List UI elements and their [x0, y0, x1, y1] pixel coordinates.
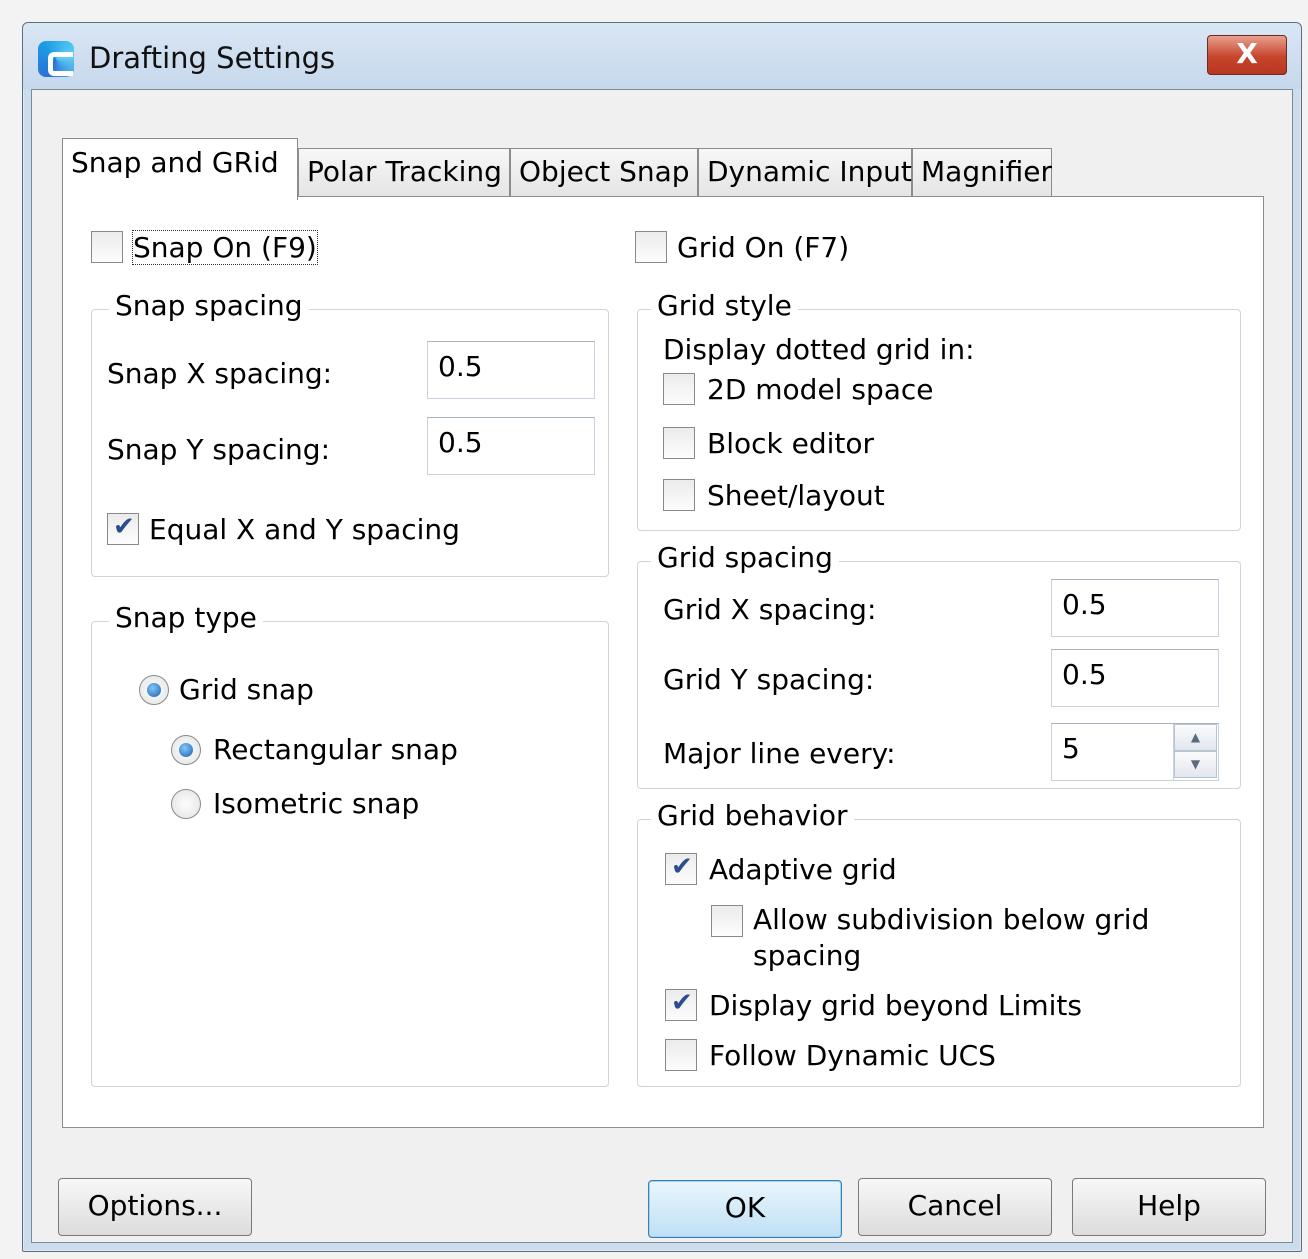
model-space-label[interactable]: 2D model space	[707, 373, 934, 406]
equal-spacing-checkbox[interactable]	[107, 512, 139, 545]
window-title: Drafting Settings	[89, 41, 336, 75]
tab-panel-snap-and-grid: Snap On (F9) Snap spacing Snap X spacing…	[62, 196, 1264, 1128]
sheet-layout-label[interactable]: Sheet/layout	[707, 479, 885, 512]
block-editor-label[interactable]: Block editor	[707, 427, 874, 460]
dialog-body: Snap and GRid Polar Tracking Object Snap…	[31, 89, 1293, 1243]
tab-dynamic-input[interactable]: Dynamic Input	[698, 148, 912, 200]
options-button[interactable]: Options...	[58, 1178, 252, 1236]
app-logo-icon	[38, 41, 74, 77]
spin-up-icon[interactable]: ▲	[1174, 724, 1217, 751]
snap-on-label[interactable]: Snap On (F9)	[132, 230, 318, 265]
snap-x-label: Snap X spacing:	[107, 357, 333, 390]
allow-subdivision-label[interactable]: Allow subdivision below grid	[753, 903, 1149, 936]
follow-ucs-checkbox[interactable]	[665, 1039, 697, 1071]
help-button[interactable]: Help	[1072, 1178, 1266, 1236]
snap-type-title: Snap type	[109, 601, 263, 634]
snap-y-input[interactable]: 0.5	[427, 417, 595, 475]
rectangular-snap-radio[interactable]	[171, 735, 201, 765]
grid-x-label: Grid X spacing:	[663, 593, 877, 626]
adaptive-grid-label[interactable]: Adaptive grid	[709, 853, 897, 886]
rectangular-snap-label[interactable]: Rectangular snap	[213, 733, 458, 766]
snap-on-checkbox[interactable]	[91, 231, 123, 263]
isometric-snap-radio[interactable]	[171, 789, 201, 819]
grid-snap-label[interactable]: Grid snap	[179, 673, 314, 706]
major-line-spinner[interactable]: ▲ ▼	[1173, 724, 1217, 780]
grid-behavior-title: Grid behavior	[651, 799, 854, 832]
tab-polar-tracking[interactable]: Polar Tracking	[298, 148, 510, 200]
grid-x-input[interactable]: 0.5	[1051, 579, 1219, 637]
follow-ucs-label[interactable]: Follow Dynamic UCS	[709, 1039, 996, 1072]
display-beyond-limits-checkbox[interactable]	[665, 988, 697, 1021]
grid-spacing-title: Grid spacing	[651, 541, 839, 574]
grid-y-label: Grid Y spacing:	[663, 663, 875, 696]
isometric-snap-label[interactable]: Isometric snap	[213, 787, 419, 820]
snap-y-label: Snap Y spacing:	[107, 433, 331, 466]
spin-down-icon[interactable]: ▼	[1174, 751, 1217, 778]
cancel-button[interactable]: Cancel	[858, 1178, 1052, 1236]
display-beyond-limits-label[interactable]: Display grid beyond Limits	[709, 989, 1082, 1022]
equal-spacing-label[interactable]: Equal X and Y spacing	[149, 513, 460, 546]
grid-y-input[interactable]: 0.5	[1051, 649, 1219, 707]
allow-subdivision-checkbox[interactable]	[711, 905, 743, 937]
major-line-label: Major line every:	[663, 737, 896, 770]
model-space-checkbox[interactable]	[663, 373, 695, 405]
display-dotted-label: Display dotted grid in:	[663, 333, 975, 366]
title-bar[interactable]: Drafting Settings X	[23, 23, 1301, 89]
tab-snap-and-grid[interactable]: Snap and GRid	[62, 138, 298, 200]
grid-on-checkbox[interactable]	[635, 231, 667, 263]
snap-spacing-title: Snap spacing	[109, 289, 309, 322]
ok-button[interactable]: OK	[648, 1180, 842, 1238]
snap-x-input[interactable]: 0.5	[427, 341, 595, 399]
allow-subdivision-label-cont[interactable]: spacing	[753, 939, 861, 972]
tab-magnifier[interactable]: Magnifier	[912, 148, 1052, 200]
adaptive-grid-checkbox[interactable]	[665, 852, 697, 885]
close-button[interactable]: X	[1207, 35, 1287, 75]
tab-object-snap[interactable]: Object Snap	[510, 148, 698, 200]
grid-style-title: Grid style	[651, 289, 798, 322]
grid-on-label[interactable]: Grid On (F7)	[677, 231, 849, 264]
drafting-settings-dialog: Drafting Settings X Snap and GRid Polar …	[22, 22, 1302, 1252]
grid-snap-radio[interactable]	[139, 675, 169, 705]
sheet-layout-checkbox[interactable]	[663, 479, 695, 511]
block-editor-checkbox[interactable]	[663, 427, 695, 459]
